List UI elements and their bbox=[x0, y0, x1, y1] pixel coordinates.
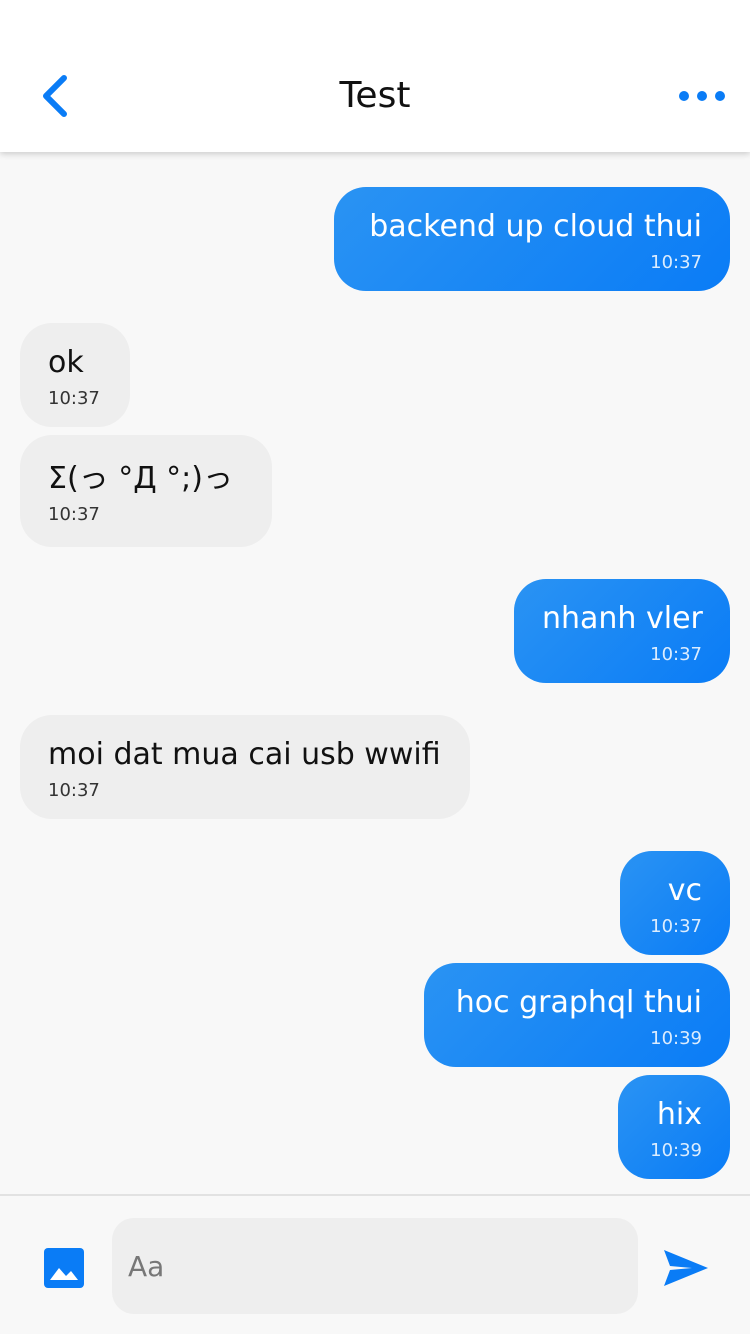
message-text: backend up cloud thui bbox=[369, 209, 702, 244]
image-icon bbox=[44, 1248, 84, 1288]
more-horizontal-icon bbox=[679, 91, 725, 101]
message-time: 10:39 bbox=[650, 1140, 702, 1161]
message-text: moi dat mua cai usb wwifi bbox=[48, 737, 441, 772]
message-text: hoc graphql thui bbox=[455, 985, 702, 1020]
attach-image-button[interactable] bbox=[42, 1246, 86, 1290]
chat-screen: Test backend up cloud thui 10:37 ok 10:3… bbox=[0, 0, 750, 1334]
message-bubble-outgoing[interactable]: hix 10:39 bbox=[618, 1075, 730, 1179]
message-text: hix bbox=[656, 1097, 702, 1132]
message-time: 10:37 bbox=[650, 252, 702, 273]
more-options-button[interactable] bbox=[678, 76, 726, 116]
composer-bar bbox=[0, 1194, 750, 1334]
message-list[interactable]: backend up cloud thui 10:37 ok 10:37 Σ(っ… bbox=[0, 152, 750, 1194]
message-bubble-outgoing[interactable]: nhanh vler 10:37 bbox=[514, 579, 730, 683]
message-time: 10:37 bbox=[650, 644, 702, 665]
message-time: 10:37 bbox=[48, 780, 100, 801]
message-bubble-incoming[interactable]: ok 10:37 bbox=[20, 323, 130, 427]
message-bubble-incoming[interactable]: moi dat mua cai usb wwifi 10:37 bbox=[20, 715, 470, 819]
message-text: Σ(っ °Д °;)っ bbox=[48, 461, 233, 496]
message-time: 10:39 bbox=[650, 1028, 702, 1049]
message-time: 10:37 bbox=[650, 916, 702, 937]
message-bubble-outgoing[interactable]: hoc graphql thui 10:39 bbox=[424, 963, 730, 1067]
message-time: 10:37 bbox=[48, 504, 100, 525]
message-text: nhanh vler bbox=[542, 601, 703, 636]
send-icon bbox=[664, 1250, 708, 1286]
message-input[interactable] bbox=[112, 1218, 638, 1314]
message-time: 10:37 bbox=[48, 388, 100, 409]
message-bubble-outgoing[interactable]: backend up cloud thui 10:37 bbox=[334, 187, 730, 291]
message-bubble-incoming[interactable]: Σ(っ °Д °;)っ 10:37 bbox=[20, 435, 272, 547]
message-text: ok bbox=[48, 345, 84, 380]
message-bubble-outgoing[interactable]: vc 10:37 bbox=[620, 851, 730, 955]
chat-header: Test bbox=[0, 0, 750, 152]
chevron-left-icon bbox=[43, 75, 67, 117]
back-button[interactable] bbox=[28, 66, 88, 126]
chat-title: Test bbox=[339, 75, 411, 116]
message-text: vc bbox=[667, 873, 702, 908]
send-button[interactable] bbox=[662, 1248, 710, 1288]
